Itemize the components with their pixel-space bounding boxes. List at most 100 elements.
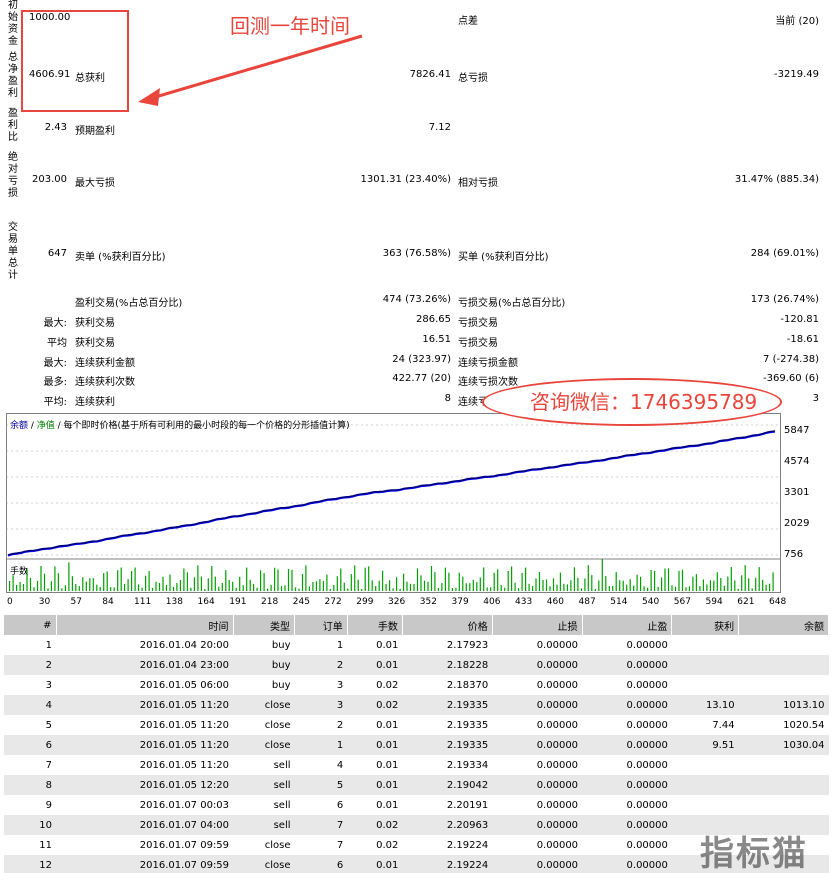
table-cell: 6 — [294, 855, 348, 873]
r5-a-label: 连续获利 — [75, 397, 115, 408]
r3-b-label: 连续亏损金额 — [458, 358, 518, 369]
r5-prefix: 平均: — [43, 397, 67, 408]
loss-trades-label: 亏损交易(%占总百分比) — [458, 298, 566, 309]
table-cell: 0.01 — [376, 759, 399, 771]
profit-factor-value: 2.43 — [44, 122, 67, 133]
watermark: 指标猫 — [700, 834, 808, 873]
table-cell: 0.01 — [347, 855, 403, 873]
column-header: 余额 — [738, 615, 829, 635]
table-cell — [671, 655, 739, 675]
table-row[interactable]: 5 2016.01.05 11:20 close 2 0.01 2.19335 0.0000… — [4, 715, 829, 735]
table-row[interactable]: 9 2016.01.07 00:03 sell 6 0.01 2.20191 0.00000… — [4, 795, 829, 815]
y-tick-label: 756 — [784, 549, 804, 560]
table-cell: 2016.01.05 11:20 — [139, 719, 230, 731]
legend-sep: / — [28, 421, 37, 431]
x-tick-label: 406 — [483, 597, 501, 607]
r4-prefix: 最多: — [43, 377, 67, 388]
table-row[interactable]: 3 2016.01.05 06:00 buy 3 0.02 2.18370 0.00000 0… — [4, 675, 829, 695]
table-cell: 2016.01.07 09:59 — [56, 855, 234, 873]
table-cell: 2016.01.05 06:00 — [139, 679, 230, 691]
annotation-box — [21, 10, 129, 112]
r1-prefix: 最大: — [43, 318, 67, 329]
table-cell: 0.02 — [347, 815, 403, 835]
table-cell: 2.19042 — [402, 775, 493, 795]
table-cell: 2016.01.07 00:03 — [139, 799, 230, 811]
profit-trades-value: 474 (73.26%) — [382, 294, 451, 305]
table-cell: 7 — [336, 839, 344, 851]
table-cell: close — [264, 839, 291, 851]
column-header: 订单 — [294, 615, 348, 635]
table-row[interactable]: 1 2016.01.04 20:00 buy 1 0.01 2.17923 0.00000 0… — [4, 635, 829, 655]
x-tick-label: 621 — [737, 597, 755, 607]
table-header: # 时间 类型 订单 手数 价格 止损 止盈 获利 余额 — [4, 615, 829, 635]
table-row[interactable]: 4 2016.01.05 11:20 close 3 0.02 2.19335 0.0000… — [4, 695, 829, 715]
table-cell: 0.02 — [376, 679, 399, 691]
table-cell: 2016.01.05 11:20 — [56, 695, 234, 715]
table-cell: 0.00000 — [582, 775, 672, 795]
wechat-note: 咨询微信：1746395789 — [530, 390, 758, 414]
table-cell: 0.00000 — [582, 695, 672, 715]
table-cell: 0.02 — [347, 695, 403, 715]
table-cell: 0.01 — [347, 775, 403, 795]
r2-a-label: 获利交易 — [75, 338, 115, 349]
table-cell: 2016.01.07 04:00 — [56, 815, 234, 835]
x-tick-label: 299 — [356, 597, 374, 607]
table-cell: 2.18370 — [446, 679, 489, 691]
chart-border — [6, 413, 781, 593]
table-cell — [739, 635, 829, 655]
r3-b-value: 7 (-274.38) — [763, 354, 819, 365]
table-cell: 2.19335 — [402, 735, 493, 755]
legend-desc: / 每个即时价格(基于所有可利用的最小时段的每一个价格的分形插值计算) — [54, 421, 350, 431]
table-cell: close — [233, 855, 295, 873]
r1-b-value: -120.81 — [780, 314, 819, 325]
table-cell: 0.00000 — [492, 655, 583, 675]
table-cell: 5 — [294, 775, 348, 795]
table-cell: 2.19224 — [446, 839, 489, 851]
x-tick-label: 0 — [7, 597, 13, 607]
r3-a-label: 连续获利金额 — [75, 358, 135, 369]
y-tick-label: 2029 — [784, 518, 810, 530]
table-cell — [672, 675, 739, 695]
table-cell: 4 — [4, 695, 56, 715]
rel-drawdown-value: 31.47% (885.34) — [734, 174, 819, 185]
column-header: 止盈 — [582, 615, 673, 635]
table-cell: 0.00000 — [536, 759, 579, 771]
expected-payoff-label: 预期盈利 — [75, 126, 115, 137]
rel-drawdown-label: 相对亏损 — [458, 178, 498, 189]
table-cell: buy — [233, 655, 295, 675]
r5-b-value: 3 — [812, 393, 819, 404]
table-cell: 0.00000 — [626, 679, 668, 691]
table-cell: 2016.01.04 20:00 — [139, 639, 230, 651]
table-cell: 1013.10 — [738, 695, 829, 715]
r4-a-value: 422.77 (20) — [392, 373, 451, 384]
table-cell: sell — [273, 759, 291, 771]
table-row[interactable]: 8 2016.01.05 12:20 sell 5 0.01 2.19042 0.00000… — [4, 775, 829, 795]
table-cell: 0.00000 — [492, 735, 583, 755]
table-cell: sell — [233, 815, 295, 835]
table-cell: 2.20191 — [446, 799, 489, 811]
x-tick-label: 57 — [70, 597, 82, 607]
table-cell: 0.00000 — [536, 839, 579, 851]
table-row[interactable]: 6 2016.01.05 11:20 close 1 0.01 2.19335 0.0000… — [4, 735, 829, 755]
table-row[interactable]: 2 2016.01.04 23:00 buy 2 0.01 2.18228 0.00000 0… — [4, 655, 829, 675]
x-tick-label: 111 — [134, 597, 152, 607]
table-cell: 2016.01.04 23:00 — [56, 655, 234, 675]
short-trades-label: 卖单 (%获利百分比) — [75, 252, 166, 263]
table-cell: sell — [233, 775, 295, 795]
r2-b-value: -18.61 — [786, 334, 819, 345]
x-tick-label: 352 — [419, 597, 437, 607]
table-cell: 3 — [294, 695, 348, 715]
table-cell: 2.19334 — [446, 759, 489, 771]
table-row[interactable]: 7 2016.01.05 11:20 sell 4 0.01 2.19334 0.00000… — [4, 755, 829, 775]
r5-a-value: 8 — [444, 393, 451, 404]
net-profit-label: 总净盈利 — [8, 52, 18, 99]
table-cell: 12 — [4, 855, 56, 873]
table-cell: 7 — [45, 759, 52, 771]
x-tick-label: 567 — [673, 597, 691, 607]
table-cell: 8 — [4, 775, 56, 795]
table-cell: close — [233, 695, 295, 715]
table-cell: close — [264, 719, 291, 731]
table-cell: 0.00000 — [492, 695, 583, 715]
table-cell — [739, 795, 829, 815]
y-tick-label: 3301 — [784, 487, 810, 499]
